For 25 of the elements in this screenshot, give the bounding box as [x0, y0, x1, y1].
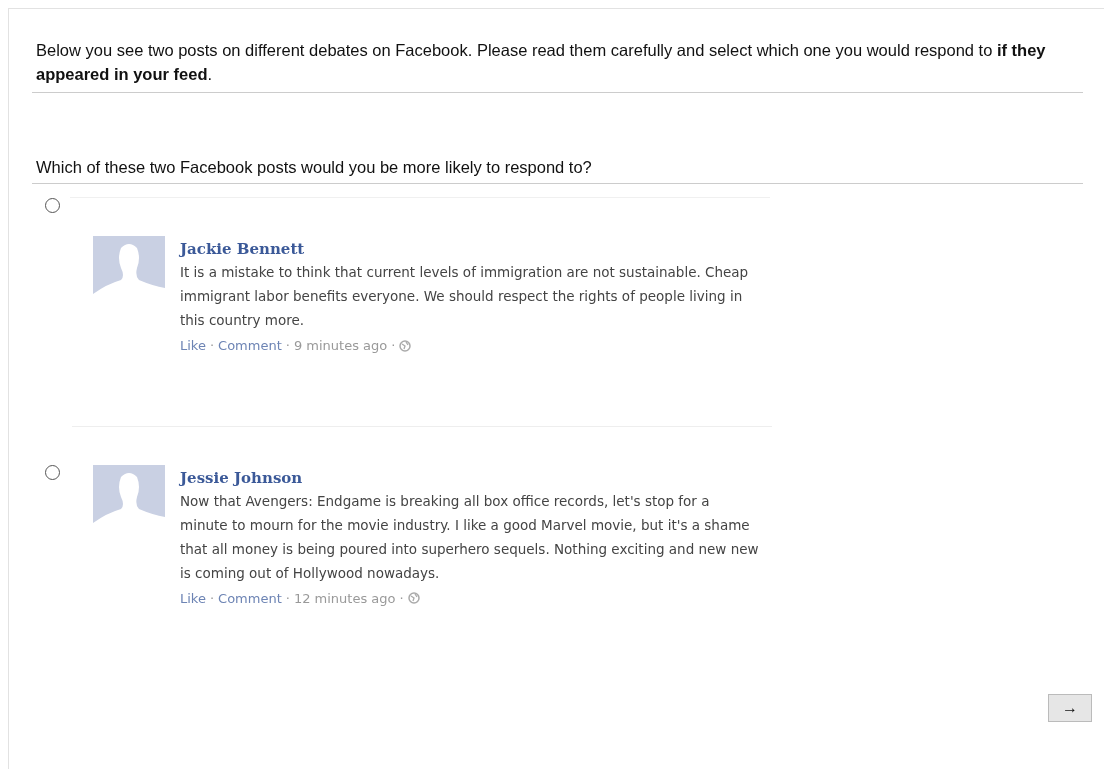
separator-dot: ·	[209, 337, 215, 355]
radio-button[interactable]	[45, 198, 60, 213]
post-time: 12 minutes ago	[293, 589, 396, 608]
separator-dot: ·	[285, 589, 290, 608]
next-button[interactable]: →	[1048, 694, 1092, 722]
post-text: Now that Avengers: Endgame is breaking all box office records, let's stop for a minute to mourn for the movie industry. I like a good Marvel movie, but it's a shame that all money is being poured into superhero sequels. Nothing exciting and new new is coming out of Hollywood nowadays.	[180, 491, 760, 583]
intro-text: Below you see two posts on different debates on Facebook. Please read them carefully and select which one you would respond to if they appeared in your feed.	[36, 40, 1047, 85]
author-name[interactable]: Jackie Bennett	[180, 240, 760, 258]
post-time: 9 minutes ago	[293, 337, 388, 355]
radio-button[interactable]	[45, 464, 60, 480]
separator-dot: ·	[209, 589, 215, 608]
globe-icon	[407, 592, 420, 605]
avatar-icon	[93, 464, 165, 533]
post-text: It is a mistake to think that current levels of immigration are not sustainable. Cheap immigrant labor benefits everyone. We should respect the rights of people living in this country more.	[180, 263, 750, 330]
action-link[interactable]: Comment	[218, 336, 282, 356]
action-link[interactable]: Like	[180, 588, 206, 608]
action-link[interactable]: Like	[180, 336, 206, 356]
avatar-icon	[93, 236, 165, 304]
separator-dot: ·	[391, 337, 396, 355]
action-link[interactable]: Comment	[218, 588, 282, 608]
globe-icon	[399, 339, 412, 352]
author-name[interactable]: Jessie Johnson	[180, 468, 760, 487]
separator-dot: ·	[285, 337, 290, 355]
separator-dot: ·	[399, 589, 404, 608]
question-text: Which of these two Facebook posts would you be more likely to respond to?	[36, 157, 593, 178]
